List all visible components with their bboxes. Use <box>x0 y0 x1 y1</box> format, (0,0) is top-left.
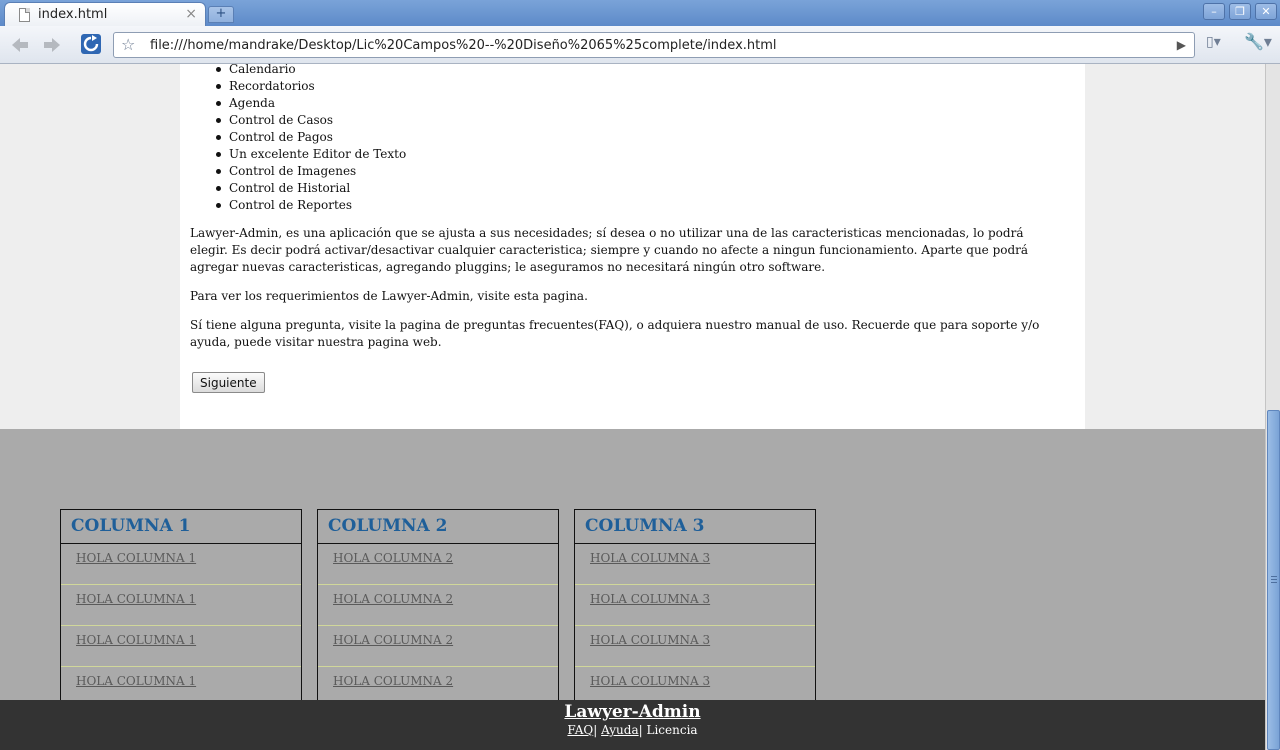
column-title: COLUMNA 2 <box>318 510 558 544</box>
list-item: Agenda <box>215 95 406 112</box>
faq-link[interactable]: FAQ <box>567 723 593 737</box>
footer-links: FAQ| Ayuda| Licencia <box>0 723 1265 737</box>
scrollbar-thumb[interactable] <box>1267 410 1280 750</box>
back-arrow-icon[interactable] <box>8 33 32 57</box>
page-icon <box>19 8 30 22</box>
list-item: Control de Casos <box>215 112 406 129</box>
column-link[interactable]: HOLA COLUMNA 3 <box>590 674 710 688</box>
list-item: Control de Reportes <box>215 197 406 214</box>
address-bar[interactable]: ☆ file:///home/mandrake/Desktop/Lic%20Ca… <box>113 32 1195 58</box>
separator: | <box>638 723 643 737</box>
list-item: Control de Pagos <box>215 129 406 146</box>
list-item: Control de Imagenes <box>215 163 406 180</box>
next-button[interactable]: Siguiente <box>192 372 265 393</box>
column-link[interactable]: HOLA COLUMNA 1 <box>76 633 196 647</box>
license-text: Licencia <box>646 723 698 737</box>
close-window-button[interactable]: ✕ <box>1255 3 1277 20</box>
list-item: HOLA COLUMNA 1 <box>61 585 301 626</box>
reload-icon[interactable] <box>79 32 103 56</box>
page-menu-icon[interactable]: ▯▾ <box>1206 34 1221 50</box>
column-link[interactable]: HOLA COLUMNA 3 <box>590 633 710 647</box>
column-link[interactable]: HOLA COLUMNA 3 <box>590 592 710 606</box>
browser-titlebar: index.html × + – ❐ ✕ <box>0 0 1280 26</box>
column-link[interactable]: HOLA COLUMNA 2 <box>333 551 453 565</box>
browser-tab[interactable]: index.html × <box>4 2 206 26</box>
column-link[interactable]: HOLA COLUMNA 1 <box>76 674 196 688</box>
content-panel: Calendario Recordatorios Agenda Control … <box>180 64 1085 429</box>
new-tab-button[interactable]: + <box>208 6 234 23</box>
upper-section: Calendario Recordatorios Agenda Control … <box>0 64 1265 429</box>
tab-close-icon[interactable]: × <box>185 6 197 22</box>
column-link[interactable]: HOLA COLUMNA 2 <box>333 674 453 688</box>
minimize-button[interactable]: – <box>1203 3 1225 20</box>
list-item: Calendario <box>215 64 406 78</box>
list-item: HOLA COLUMNA 2 <box>318 626 558 667</box>
feature-list: Calendario Recordatorios Agenda Control … <box>215 64 407 214</box>
page-viewport: Calendario Recordatorios Agenda Control … <box>0 64 1265 750</box>
list-item: HOLA COLUMNA 2 <box>318 544 558 585</box>
go-arrow-icon[interactable]: ▶ <box>1177 38 1186 52</box>
column-link[interactable]: HOLA COLUMNA 2 <box>333 592 453 606</box>
url-text: file:///home/mandrake/Desktop/Lic%20Camp… <box>150 38 777 53</box>
list-item: HOLA COLUMNA 2 <box>318 585 558 626</box>
wrench-icon[interactable]: 🔧▾ <box>1244 32 1272 51</box>
requirements-paragraph: Para ver los requerimientos de Lawyer-Ad… <box>190 289 588 303</box>
forward-arrow-icon[interactable] <box>40 33 64 57</box>
column-title: COLUMNA 3 <box>575 510 815 544</box>
list-item: HOLA COLUMNA 3 <box>575 626 815 667</box>
column-link[interactable]: HOLA COLUMNA 1 <box>76 592 196 606</box>
column-link[interactable]: HOLA COLUMNA 1 <box>76 551 196 565</box>
support-paragraph: Sí tiene alguna pregunta, visite la pagi… <box>190 318 1040 349</box>
description-paragraph: Lawyer-Admin, es una aplicación que se a… <box>190 226 1029 274</box>
grip-icon <box>1271 576 1277 583</box>
list-item: Recordatorios <box>215 78 406 95</box>
separator: | <box>593 723 598 737</box>
column-link[interactable]: HOLA COLUMNA 3 <box>590 551 710 565</box>
column-link[interactable]: HOLA COLUMNA 2 <box>333 633 453 647</box>
vertical-scrollbar[interactable] <box>1265 64 1280 750</box>
list-item: Un excelente Editor de Texto <box>215 147 407 161</box>
help-link[interactable]: Ayuda <box>601 723 639 737</box>
footer-title-link[interactable]: Lawyer-Admin <box>0 702 1265 722</box>
list-item: HOLA COLUMNA 1 <box>61 626 301 667</box>
list-item: HOLA COLUMNA 3 <box>575 544 815 585</box>
star-icon[interactable]: ☆ <box>121 35 135 54</box>
list-item: HOLA COLUMNA 1 <box>61 544 301 585</box>
tab-title: index.html <box>38 7 108 22</box>
list-item: HOLA COLUMNA 3 <box>575 585 815 626</box>
browser-toolbar: ☆ file:///home/mandrake/Desktop/Lic%20Ca… <box>0 26 1280 64</box>
page-footer: Lawyer-Admin FAQ| Ayuda| Licencia <box>0 700 1265 750</box>
restore-button[interactable]: ❐ <box>1229 3 1251 20</box>
list-item: Control de Historial <box>215 180 406 197</box>
column-title: COLUMNA 1 <box>61 510 301 544</box>
